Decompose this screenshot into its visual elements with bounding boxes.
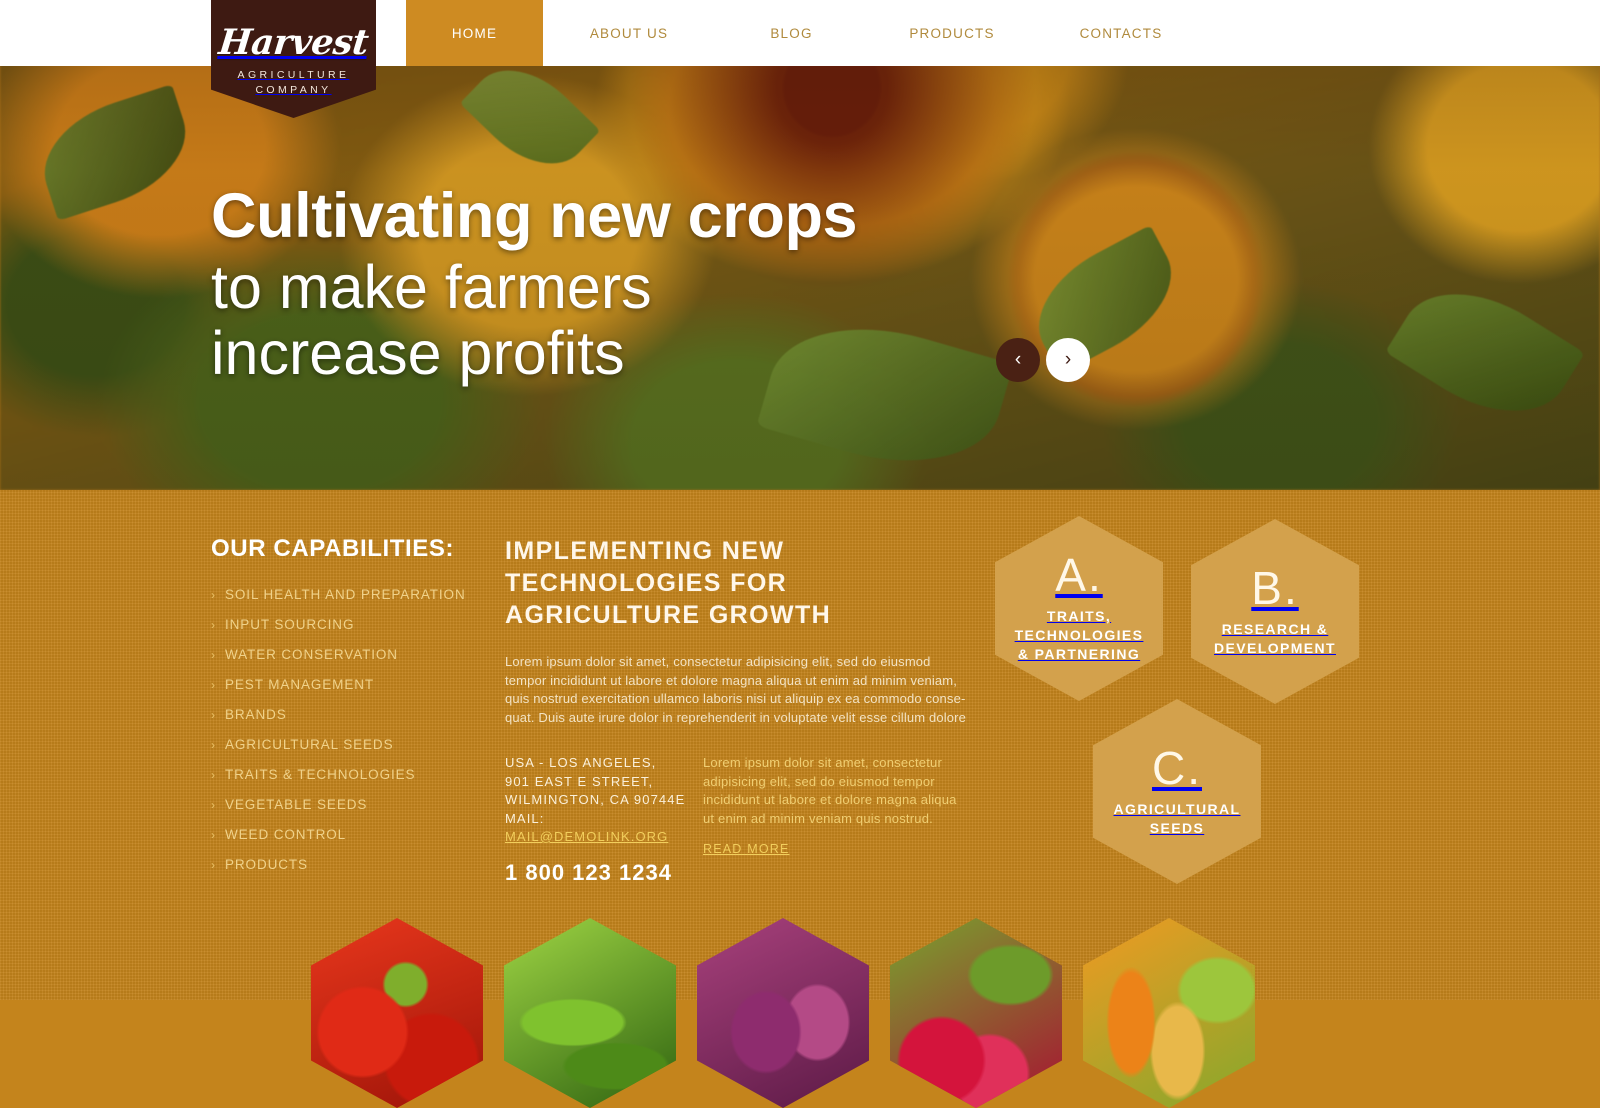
capability-label: PRODUCTS [225, 857, 308, 872]
address-line-1: USA - LOS ANGELES, [505, 755, 657, 770]
nav-item-contacts[interactable]: CONTACTS [1036, 0, 1206, 66]
logo-wordmark: Harvest [216, 22, 371, 63]
capability-label: PEST MANAGEMENT [225, 677, 375, 692]
capability-label: TRAITS & TECHNOLOGIES [225, 767, 416, 782]
capabilities-title: OUR CAPABILITIES: [211, 535, 455, 562]
capability-item-water-conservation[interactable]: › WATER CONSERVATION [211, 647, 481, 662]
feature-letter: B. [1251, 561, 1299, 614]
feature-hexagon-c[interactable]: C. AGRICULTURAL SEEDS [1093, 699, 1261, 884]
main-navigation: HOME ABOUT US BLOG PRODUCTS CONTACTS [406, 0, 1206, 66]
article-panel: IMPLEMENTING NEW TECHNOLOGIES FOR AGRICU… [505, 535, 970, 886]
feature-letter: A. [1055, 549, 1103, 601]
chevron-right-icon: › [211, 648, 215, 662]
hero-headline-line2: to make farmers [211, 253, 652, 321]
produce-hexagon-carrots[interactable] [1083, 918, 1255, 1108]
chevron-right-icon: › [211, 678, 215, 692]
capability-label: SOIL HEALTH AND PREPARATION [225, 587, 466, 602]
capability-item-products[interactable]: › PRODUCTS [211, 857, 481, 872]
feature-caption: AGRICULTURAL SEEDS [1113, 800, 1241, 836]
logo-tagline-line1: AGRICULTURE [237, 69, 350, 81]
hero-headline-line3: increase profits [211, 319, 625, 387]
chevron-right-icon: › [211, 738, 215, 752]
feature-hexagon-b[interactable]: B. RESEARCH & DEVELOPMENT [1191, 519, 1359, 704]
produce-hexagon-radishes[interactable] [890, 918, 1062, 1108]
chevron-right-icon: › [211, 858, 215, 872]
article-title: IMPLEMENTING NEW TECHNOLOGIES FOR AGRICU… [505, 537, 832, 629]
feature-letter: C. [1152, 741, 1202, 794]
contact-block: USA - LOS ANGELES, 901 EAST E STREET, WI… [505, 754, 686, 886]
chevron-right-icon: › [211, 768, 215, 782]
address-line-2: 901 EAST E STREET, [505, 773, 654, 789]
capability-label: WATER CONSERVATION [225, 647, 398, 662]
nav-item-blog[interactable]: BLOG [715, 0, 868, 66]
produce-hexagon-cucumbers[interactable] [504, 918, 676, 1108]
slider-next-icon[interactable]: › [1046, 338, 1090, 382]
slider-controls: ‹ › [996, 338, 1090, 382]
address-line-3: WILMINGTON, CA 90744E [505, 792, 686, 807]
chevron-right-icon: › [211, 588, 215, 602]
phone-number: 1 800 123 1234 [505, 860, 672, 885]
hero-headline: Cultivating new crops to make farmers in… [211, 178, 858, 387]
hero-headline-line1: Cultivating new crops [211, 181, 858, 251]
capability-label: INPUT SOURCING [225, 617, 355, 632]
mail-label: MAIL: [505, 810, 545, 826]
capability-item-vegetable-seeds[interactable]: › VEGETABLE SEEDS [211, 797, 481, 812]
capability-label: AGRICULTURAL SEEDS [225, 737, 394, 752]
produce-hexagon-red-onions[interactable] [697, 918, 869, 1108]
feature-caption: RESEARCH & DEVELOPMENT [1214, 620, 1336, 656]
side-note: Lorem ipsum dolor sit amet, consectetur … [703, 754, 970, 886]
slider-prev-icon[interactable]: ‹ [996, 338, 1040, 382]
chevron-right-icon: › [211, 708, 215, 722]
capabilities-panel: OUR CAPABILITIES: › SOIL HEALTH AND PREP… [211, 535, 481, 887]
capability-label: WEED CONTROL [225, 827, 347, 842]
article-body: Lorem ipsum dolor sit amet, consectetur … [505, 654, 967, 725]
chevron-right-icon: › [211, 618, 215, 632]
feature-caption: TRAITS, TECHNOLOGIES & PARTNERING [1014, 608, 1144, 662]
capability-label: VEGETABLE SEEDS [225, 797, 368, 812]
chevron-right-icon: › [211, 798, 215, 812]
capability-item-weed-control[interactable]: › WEED CONTROL [211, 827, 481, 842]
capabilities-list: › SOIL HEALTH AND PREPARATION › INPUT SO… [211, 587, 481, 872]
capability-item-traits-and-technologies[interactable]: › TRAITS & TECHNOLOGIES [211, 767, 481, 782]
capability-item-pest-management[interactable]: › PEST MANAGEMENT [211, 677, 481, 692]
side-note-body: Lorem ipsum dolor sit amet, consectetur … [703, 755, 957, 826]
logo-tagline-line2: COMPANY [255, 84, 332, 96]
chevron-right-icon: › [211, 828, 215, 842]
feature-hexagon-a[interactable]: A. TRAITS, TECHNOLOGIES & PARTNERING [995, 516, 1163, 701]
content-section: OUR CAPABILITIES: › SOIL HEALTH AND PREP… [0, 490, 1600, 1108]
nav-item-home[interactable]: HOME [406, 0, 543, 66]
capability-label: BRANDS [225, 707, 287, 722]
capability-item-soil-health-and-preparation[interactable]: › SOIL HEALTH AND PREPARATION [211, 587, 481, 602]
nav-item-about-us[interactable]: ABOUT US [543, 0, 715, 66]
capability-item-input-sourcing[interactable]: › INPUT SOURCING [211, 617, 481, 632]
capability-item-brands[interactable]: › BRANDS [211, 707, 481, 722]
nav-item-products[interactable]: PRODUCTS [868, 0, 1036, 66]
email-link[interactable]: MAIL@DEMOLINK.ORG [505, 829, 668, 844]
article-columns: USA - LOS ANGELES, 901 EAST E STREET, WI… [505, 754, 970, 886]
produce-hexagon-tomatoes[interactable] [311, 918, 483, 1108]
read-more-link[interactable]: READ MORE [703, 842, 790, 856]
capability-item-agricultural-seeds[interactable]: › AGRICULTURAL SEEDS [211, 737, 481, 752]
